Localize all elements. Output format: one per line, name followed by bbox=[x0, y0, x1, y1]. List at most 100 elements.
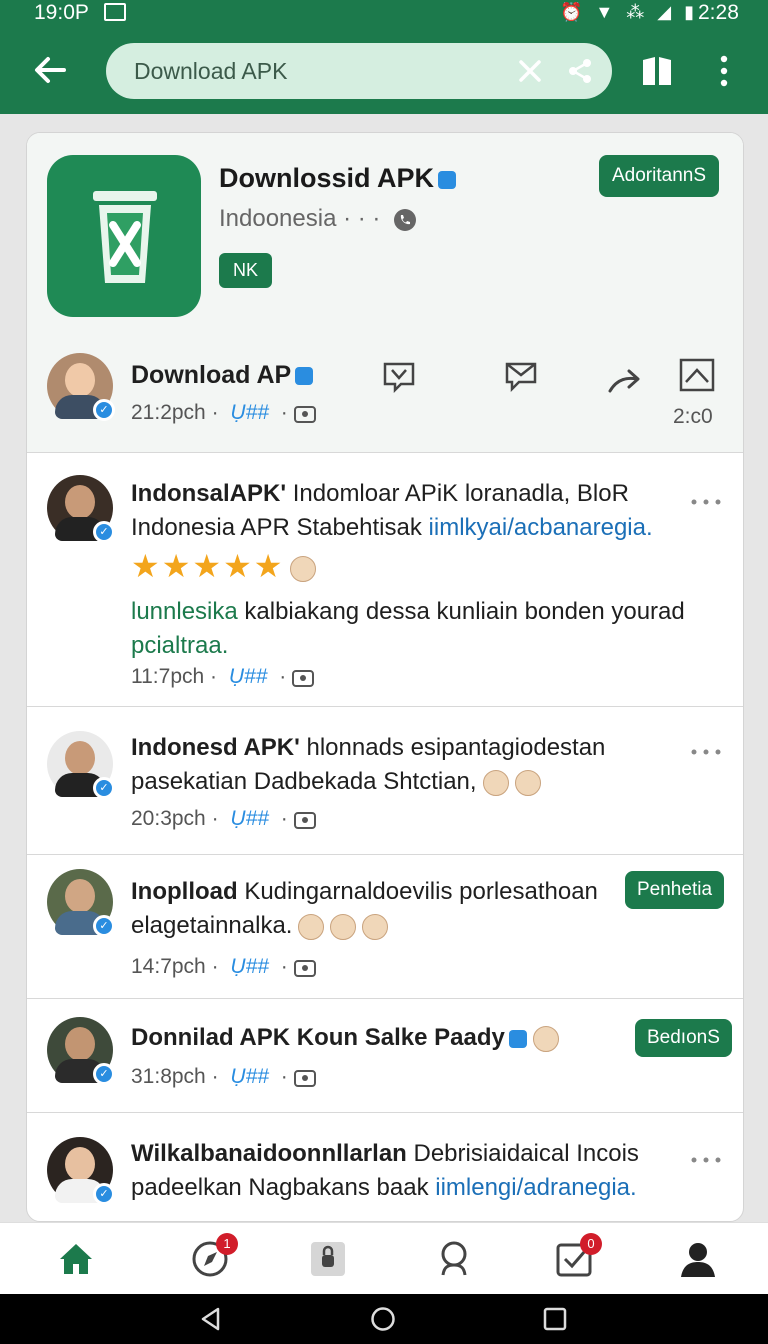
emoji-icon bbox=[514, 769, 541, 796]
emoji-icon bbox=[532, 1025, 559, 1052]
post-time: 31:8pch bbox=[131, 1065, 206, 1088]
post-green-word-2: pcialtraa. bbox=[131, 632, 229, 659]
post-item[interactable]: ✓ Inoplload Kudingarnaldoevilis porlesat… bbox=[27, 855, 743, 999]
system-recents-icon[interactable] bbox=[542, 1306, 568, 1332]
avatar-face bbox=[65, 1027, 95, 1061]
avatar-face bbox=[65, 1147, 95, 1181]
post-item[interactable]: ✓ Wilkalbanaidoonnllarlan Debrisiaidaica… bbox=[27, 1113, 743, 1221]
phone-icon bbox=[394, 208, 417, 231]
pinned-post[interactable]: ✓ Download AP 21:2pch · Ụ## · 2:c0 bbox=[27, 353, 743, 453]
more-options-icon[interactable] bbox=[689, 747, 723, 757]
avatar[interactable]: ✓ bbox=[47, 475, 115, 543]
post-tag: Ụ## bbox=[230, 807, 269, 830]
verified-icon bbox=[508, 1029, 527, 1048]
camera-icon bbox=[293, 812, 316, 830]
app-subtitle-text: Indoonesia · · · bbox=[219, 205, 381, 232]
emoji-icon bbox=[362, 913, 389, 940]
pinned-name: Download AP bbox=[131, 361, 314, 390]
more-options-icon[interactable] bbox=[714, 54, 734, 88]
forward-arrow-icon[interactable] bbox=[607, 363, 643, 399]
trash-x-icon bbox=[93, 191, 157, 283]
post-body-text: kalbiakang dessa kunliain bonden yourad bbox=[237, 598, 685, 625]
verified-badge-icon: ✓ bbox=[93, 915, 115, 937]
post-link[interactable]: iimlkyai/acbanaregia. bbox=[429, 514, 653, 541]
post-meta: 31:8pch · Ụ## · bbox=[131, 1065, 316, 1089]
book-icon[interactable] bbox=[640, 54, 674, 88]
more-options-icon[interactable] bbox=[689, 1155, 723, 1165]
system-navigation-bar bbox=[0, 1294, 768, 1344]
verified-icon bbox=[295, 367, 314, 386]
post-action-chip[interactable]: BedıonS bbox=[635, 1019, 732, 1057]
post-body-extra: lunnlesika kalbiakang dessa kunliain bon… bbox=[131, 595, 721, 663]
app-action-button[interactable]: AdoritannS bbox=[599, 155, 720, 197]
post-time: 11:7pch bbox=[131, 665, 205, 688]
camera-icon bbox=[292, 670, 315, 688]
post-action-chip[interactable]: Penhetiа bbox=[625, 871, 725, 909]
back-arrow-icon[interactable] bbox=[30, 50, 70, 90]
home-icon[interactable] bbox=[56, 1239, 96, 1279]
emoji-icon bbox=[298, 913, 325, 940]
clear-icon[interactable] bbox=[516, 57, 544, 85]
search-input[interactable]: Download APK bbox=[106, 43, 612, 99]
search-icon[interactable] bbox=[434, 1239, 474, 1279]
status-bar: 19:0P ⏰ ▼ ⁂ ◢ ▮ 2:28 bbox=[0, 0, 768, 28]
bottom-navigation: 1 0 bbox=[0, 1222, 768, 1294]
post-text: Indonesd APK' hlonnads esipantagiodestan… bbox=[131, 731, 691, 799]
post-text: Inoplload Kudingarnaldoevilis porlesatho… bbox=[131, 875, 621, 943]
app-logo bbox=[47, 155, 201, 317]
message-icon[interactable] bbox=[503, 359, 539, 395]
verified-badge-icon: ✓ bbox=[93, 777, 115, 799]
pinned-name-text: Download AP bbox=[131, 361, 292, 389]
emoji-icon bbox=[482, 769, 509, 796]
avatar[interactable]: ✓ bbox=[47, 353, 115, 421]
lock-icon[interactable] bbox=[308, 1239, 348, 1279]
verified-badge-icon: ✓ bbox=[93, 1183, 115, 1205]
image-icon[interactable] bbox=[679, 357, 715, 393]
feed-card: Downlossid APK Indoonesia · · · NK Adori… bbox=[26, 132, 744, 1222]
post-author: Inoplload bbox=[131, 878, 238, 905]
status-time-right: 2:28 bbox=[698, 1, 739, 24]
search-query: Download APK bbox=[134, 58, 288, 84]
app-category-chip[interactable]: NK bbox=[219, 253, 273, 288]
avatar-face bbox=[65, 741, 95, 775]
pinned-time: 21:2pch bbox=[131, 401, 206, 424]
avatar[interactable]: ✓ bbox=[47, 731, 115, 799]
post-item[interactable]: ✓ Indonesd APK' hlonnads esipantagiodest… bbox=[27, 707, 743, 855]
rating-stars: ★★★★★ bbox=[131, 547, 317, 585]
app-header: Downlossid APK Indoonesia · · · NK Adori… bbox=[27, 133, 743, 453]
post-meta: 14:7pch · Ụ## · bbox=[131, 955, 316, 979]
more-options-icon[interactable] bbox=[689, 497, 723, 507]
post-meta: 20:3pch · Ụ## · bbox=[131, 807, 316, 831]
camera-icon bbox=[293, 406, 316, 424]
post-tag: Ụ## bbox=[228, 665, 268, 688]
system-home-icon[interactable] bbox=[370, 1306, 396, 1332]
post-tag: Ụ## bbox=[230, 1065, 269, 1088]
system-back-icon[interactable] bbox=[198, 1306, 224, 1332]
post-item[interactable]: ✓ IndonsalAPK' Indomloar APiK loranadla,… bbox=[27, 453, 743, 707]
post-author: Indonesd APK' bbox=[131, 734, 300, 761]
post-time: 20:3pch bbox=[131, 807, 206, 830]
share-icon[interactable] bbox=[566, 57, 594, 85]
status-icons: ⏰ ▼ ⁂ ◢ ▮ bbox=[560, 2, 698, 22]
post-time: 14:7pch bbox=[131, 955, 206, 978]
post-author: IndonsalAPK' bbox=[131, 480, 287, 507]
explore-badge: 1 bbox=[216, 1233, 238, 1255]
avatar[interactable]: ✓ bbox=[47, 1017, 115, 1085]
app-title: Downlossid APK bbox=[219, 163, 457, 194]
tasks-badge: 0 bbox=[580, 1233, 602, 1255]
verified-badge-icon: ✓ bbox=[93, 521, 115, 543]
reply-icon[interactable] bbox=[381, 359, 417, 395]
verified-badge-icon: ✓ bbox=[93, 1063, 115, 1085]
post-item[interactable]: ✓ Donnilad APK Koun Salke Paady BedıonS … bbox=[27, 999, 743, 1113]
avatar-face bbox=[65, 879, 95, 913]
post-text: Donnilad APK Koun Salke Paady bbox=[131, 1021, 611, 1055]
post-author: Donnilad APK Koun Salke Paady bbox=[131, 1024, 505, 1051]
post-link[interactable]: iimlengi/adranegia. bbox=[435, 1174, 636, 1201]
profile-icon[interactable] bbox=[678, 1239, 718, 1279]
avatar[interactable]: ✓ bbox=[47, 869, 115, 937]
app-title-text: Downlossid APK bbox=[219, 163, 435, 193]
verified-icon bbox=[438, 170, 457, 189]
avatar[interactable]: ✓ bbox=[47, 1137, 115, 1205]
camera-icon bbox=[293, 960, 316, 978]
post-author: Wilkalbanaidoonnllarlan bbox=[131, 1140, 407, 1167]
